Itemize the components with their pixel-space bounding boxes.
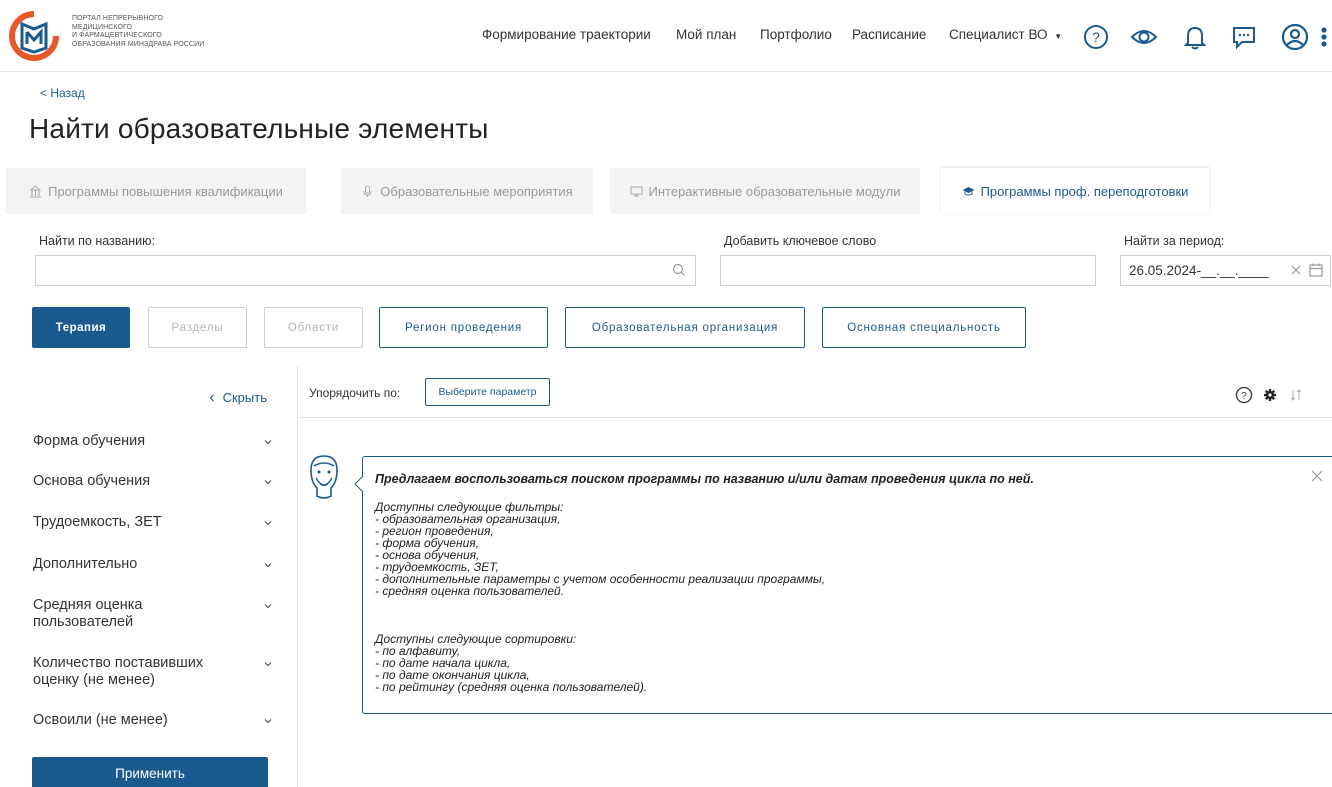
keyword-field[interactable] xyxy=(720,255,1096,286)
facet-study-form[interactable]: Форма обучения xyxy=(33,433,273,450)
facet-label: Форма обучения xyxy=(33,433,146,449)
graduation-cap-icon xyxy=(962,186,975,195)
facet-additional[interactable]: Дополнительно xyxy=(33,556,273,573)
chevron-down-icon xyxy=(264,662,272,667)
info-title: Предлагаем воспользоваться поиском прогр… xyxy=(375,472,1034,486)
facet-average-rating[interactable]: Средняя оценка пользователей xyxy=(33,597,273,631)
doctor-mascot-icon xyxy=(310,455,338,499)
chat-icon[interactable] xyxy=(1230,23,1258,51)
tab-retraining-programs[interactable]: Программы проф. переподготовки xyxy=(941,168,1209,214)
building-icon xyxy=(29,184,42,197)
chevron-down-icon xyxy=(264,521,272,526)
filter-sidebar: ‹ Скрыть Форма обучения Основа обучения … xyxy=(0,366,298,787)
nav-role-dropdown[interactable]: Специалист ВО ▼ xyxy=(949,27,1062,42)
period-input[interactable] xyxy=(1129,256,1279,285)
logo-line: И ФАРМАЦЕВТИЧЕСКОГО xyxy=(72,32,162,39)
bell-icon[interactable] xyxy=(1181,23,1209,51)
organization-filter-button[interactable]: Образовательная организация xyxy=(565,307,805,348)
search-icon[interactable] xyxy=(671,262,687,278)
tab-label: Интерактивные образовательные модули xyxy=(648,183,901,199)
tab-educational-events[interactable]: Образовательные мероприятия xyxy=(341,168,593,214)
facet-mastered[interactable]: Освоили (не менее) xyxy=(33,712,273,729)
chevron-down-icon xyxy=(264,440,272,445)
info-sorts-block: Доступны следующие сортировки: - по алфа… xyxy=(375,633,647,693)
caret-down-icon: ▼ xyxy=(1054,32,1063,41)
facet-label: Трудоемкость, ЗЕТ xyxy=(33,514,162,530)
portal-logo-icon[interactable] xyxy=(8,10,60,62)
user-profile-icon[interactable] xyxy=(1281,23,1309,51)
tab-label: Программы проф. переподготовки xyxy=(980,183,1189,199)
eye-icon[interactable] xyxy=(1130,23,1158,51)
nav-schedule[interactable]: Расписание xyxy=(852,27,926,42)
info-line: - по рейтингу (средняя оценка пользовате… xyxy=(375,680,648,694)
chevron-left-icon: ‹ xyxy=(209,389,215,406)
facet-label: Количество поставивших оценку (не менее) xyxy=(33,655,204,688)
nav-portfolio[interactable]: Портфолио xyxy=(760,27,832,42)
chevron-down-icon xyxy=(264,480,272,485)
facet-workload[interactable]: Трудоемкость, ЗЕТ xyxy=(33,514,273,531)
facet-label: Дополнительно xyxy=(33,556,138,572)
chevron-down-icon xyxy=(264,563,272,568)
info-line: - средняя оценка пользователей. xyxy=(375,584,565,598)
clear-icon[interactable] xyxy=(1288,262,1304,278)
keyword-input[interactable] xyxy=(729,256,1087,285)
svg-text:?: ? xyxy=(1092,29,1100,45)
therapy-filter-button[interactable]: Терапия xyxy=(32,307,130,348)
name-search-input[interactable] xyxy=(44,256,687,285)
monitor-icon xyxy=(630,186,643,196)
hide-sidebar-link[interactable]: ‹ Скрыть xyxy=(209,389,267,406)
microphone-icon xyxy=(363,185,372,197)
close-icon[interactable] xyxy=(1310,469,1324,483)
tab-label: Программы повышения квалификации xyxy=(48,183,283,199)
nav-trajectory[interactable]: Формирование траектории xyxy=(482,27,651,42)
page-title: Найти образовательные элементы xyxy=(29,113,489,144)
facet-label: Средняя оценка пользователей xyxy=(33,597,143,630)
areas-filter-button[interactable]: Области xyxy=(264,307,363,348)
chevron-down-icon xyxy=(264,604,272,609)
tab-interactive-modules[interactable]: Интерактивные образовательные модули xyxy=(610,168,920,214)
region-filter-button[interactable]: Регион проведения xyxy=(379,307,548,348)
calendar-icon[interactable] xyxy=(1308,262,1324,278)
chevron-down-icon xyxy=(264,719,272,724)
info-message-box: Предлагаем воспользоваться поиском прогр… xyxy=(362,456,1332,714)
sort-parameter-button[interactable]: Выберите параметр xyxy=(425,378,550,406)
name-search-field[interactable] xyxy=(35,255,696,286)
name-search-label: Найти по названию: xyxy=(39,234,155,248)
sections-filter-button[interactable]: Разделы xyxy=(148,307,247,348)
top-header: ПОРТАЛ НЕПРЕРЫВНОГО МЕДИЦИНСКОГО И ФАРМА… xyxy=(0,0,1332,72)
tab-label: Образовательные мероприятия xyxy=(380,183,573,199)
back-link[interactable]: < Назад xyxy=(40,86,85,100)
keyword-label: Добавить ключевое слово xyxy=(724,234,877,248)
nav-my-plan[interactable]: Мой план xyxy=(676,27,736,42)
logo-line: ПОРТАЛ НЕПРЕРЫВНОГО xyxy=(72,15,164,22)
hide-label: Скрыть xyxy=(222,390,267,405)
svg-text:?: ? xyxy=(1241,391,1247,402)
logo-line: МЕДИЦИНСКОГО xyxy=(72,23,133,31)
help-icon[interactable]: ? xyxy=(1235,386,1253,404)
facet-study-basis[interactable]: Основа обучения xyxy=(33,473,273,490)
info-filters-block: Доступны следующие фильтры: - образовате… xyxy=(375,501,825,597)
facet-label: Освоили (не менее) xyxy=(33,712,168,728)
sort-order-icon[interactable] xyxy=(1287,386,1305,404)
period-label: Найти за период: xyxy=(1124,234,1225,248)
tab-qualification-programs[interactable]: Программы повышения квалификации xyxy=(6,168,306,214)
sort-label: Упорядочить по: xyxy=(309,386,401,400)
role-label: Специалист ВО xyxy=(949,27,1048,42)
help-icon[interactable]: ? xyxy=(1082,23,1110,51)
apply-button[interactable]: Применить xyxy=(32,757,268,787)
specialty-filter-button[interactable]: Основная специальность xyxy=(822,307,1026,348)
gear-icon[interactable] xyxy=(1261,386,1279,404)
logo-line: ОБРАЗОВАНИЯ МИНЗДРАВА РОССИИ xyxy=(72,40,205,48)
facet-label: Основа обучения xyxy=(33,473,151,489)
sort-bar: Упорядочить по: Выберите параметр ? xyxy=(299,366,1332,418)
speech-pointer xyxy=(354,476,364,492)
more-vertical-icon[interactable] xyxy=(1318,23,1330,51)
portal-logo-text: ПОРТАЛ НЕПРЕРЫВНОГО МЕДИЦИНСКОГО И ФАРМА… xyxy=(72,15,204,49)
facet-raters-count[interactable]: Количество поставивших оценку (не менее) xyxy=(33,655,273,689)
